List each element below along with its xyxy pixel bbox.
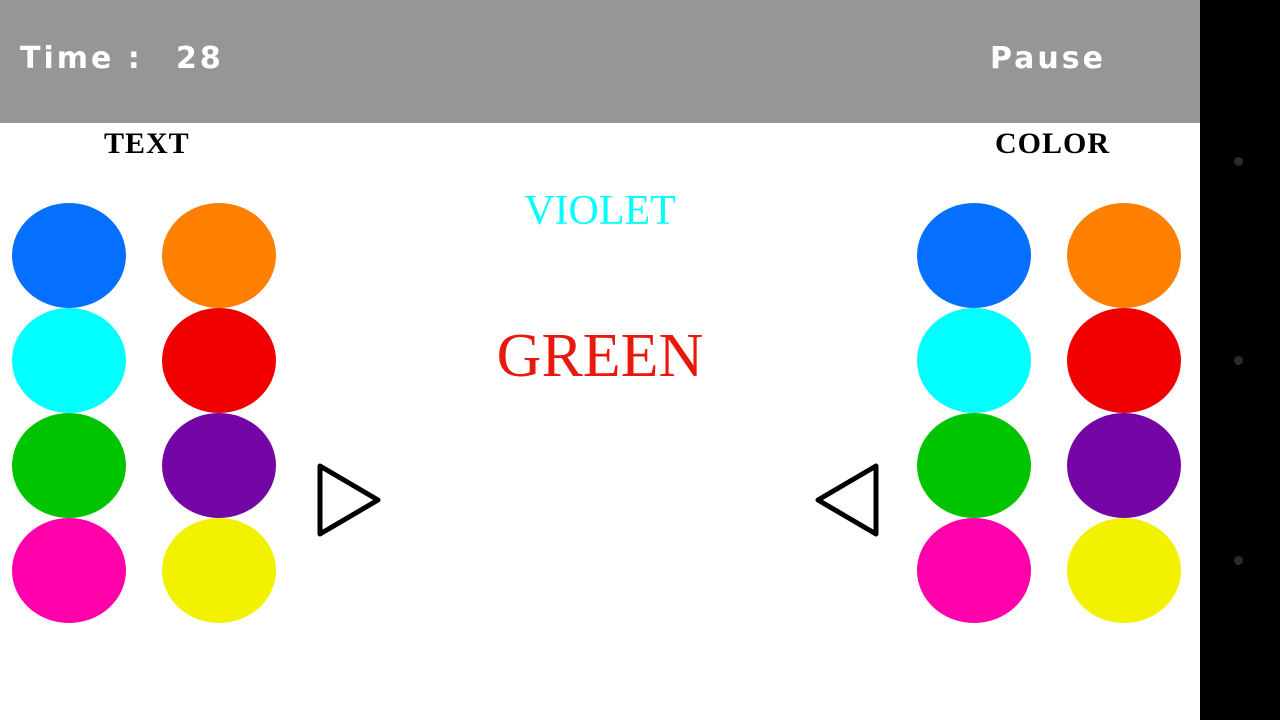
grid-gap [132, 203, 162, 308]
nav-dot-back-icon[interactable] [1234, 157, 1243, 166]
grid-gap [1037, 308, 1067, 413]
color-swatch-magenta[interactable] [917, 518, 1031, 623]
time-value: 28 [176, 41, 224, 76]
grid-gap [132, 413, 162, 518]
game-screen: Time : 28 Pause TEXT COLOR VIOLET GREEN [0, 0, 1280, 720]
nav-dot-home-icon[interactable] [1234, 356, 1243, 365]
nav-dot-recents-icon[interactable] [1234, 556, 1243, 565]
triangle-right-path [317, 463, 381, 537]
triangle-right-icon[interactable] [314, 460, 384, 540]
color-swatch-grid [917, 203, 1187, 683]
text-swatch-grid [12, 203, 282, 683]
text-swatch-green[interactable] [12, 413, 126, 518]
grid-gap [1037, 203, 1067, 308]
text-swatch-blue[interactable] [12, 203, 126, 308]
color-swatch-green[interactable] [917, 413, 1031, 518]
text-swatch-cyan[interactable] [12, 308, 126, 413]
color-swatch-red[interactable] [1067, 308, 1181, 413]
color-swatch-blue[interactable] [917, 203, 1031, 308]
color-column-caption: COLOR [995, 127, 1111, 160]
pause-button[interactable]: Pause [990, 44, 1106, 74]
text-swatch-violet[interactable] [162, 413, 276, 518]
grid-gap [132, 518, 162, 623]
text-swatch-yellow[interactable] [162, 518, 276, 623]
color-swatch-cyan[interactable] [917, 308, 1031, 413]
time-label: Time : [20, 41, 143, 76]
color-swatch-orange[interactable] [1067, 203, 1181, 308]
hud-bar: Time : 28 Pause [0, 0, 1200, 123]
triangle-left-icon[interactable] [812, 460, 882, 540]
grid-gap [132, 308, 162, 413]
color-swatch-yellow[interactable] [1067, 518, 1181, 623]
text-swatch-magenta[interactable] [12, 518, 126, 623]
text-column-caption: TEXT [104, 127, 190, 160]
system-navigation-bar [1200, 0, 1280, 720]
color-swatch-violet[interactable] [1067, 413, 1181, 518]
text-swatch-red[interactable] [162, 308, 276, 413]
stimulus-word-top: VIOLET [524, 188, 676, 234]
triangle-left-path [815, 463, 879, 537]
text-swatch-orange[interactable] [162, 203, 276, 308]
stimulus-word-bottom: GREEN [496, 322, 704, 390]
grid-gap [1037, 413, 1067, 518]
app-viewport: Time : 28 Pause TEXT COLOR VIOLET GREEN [0, 0, 1200, 720]
grid-gap [1037, 518, 1067, 623]
